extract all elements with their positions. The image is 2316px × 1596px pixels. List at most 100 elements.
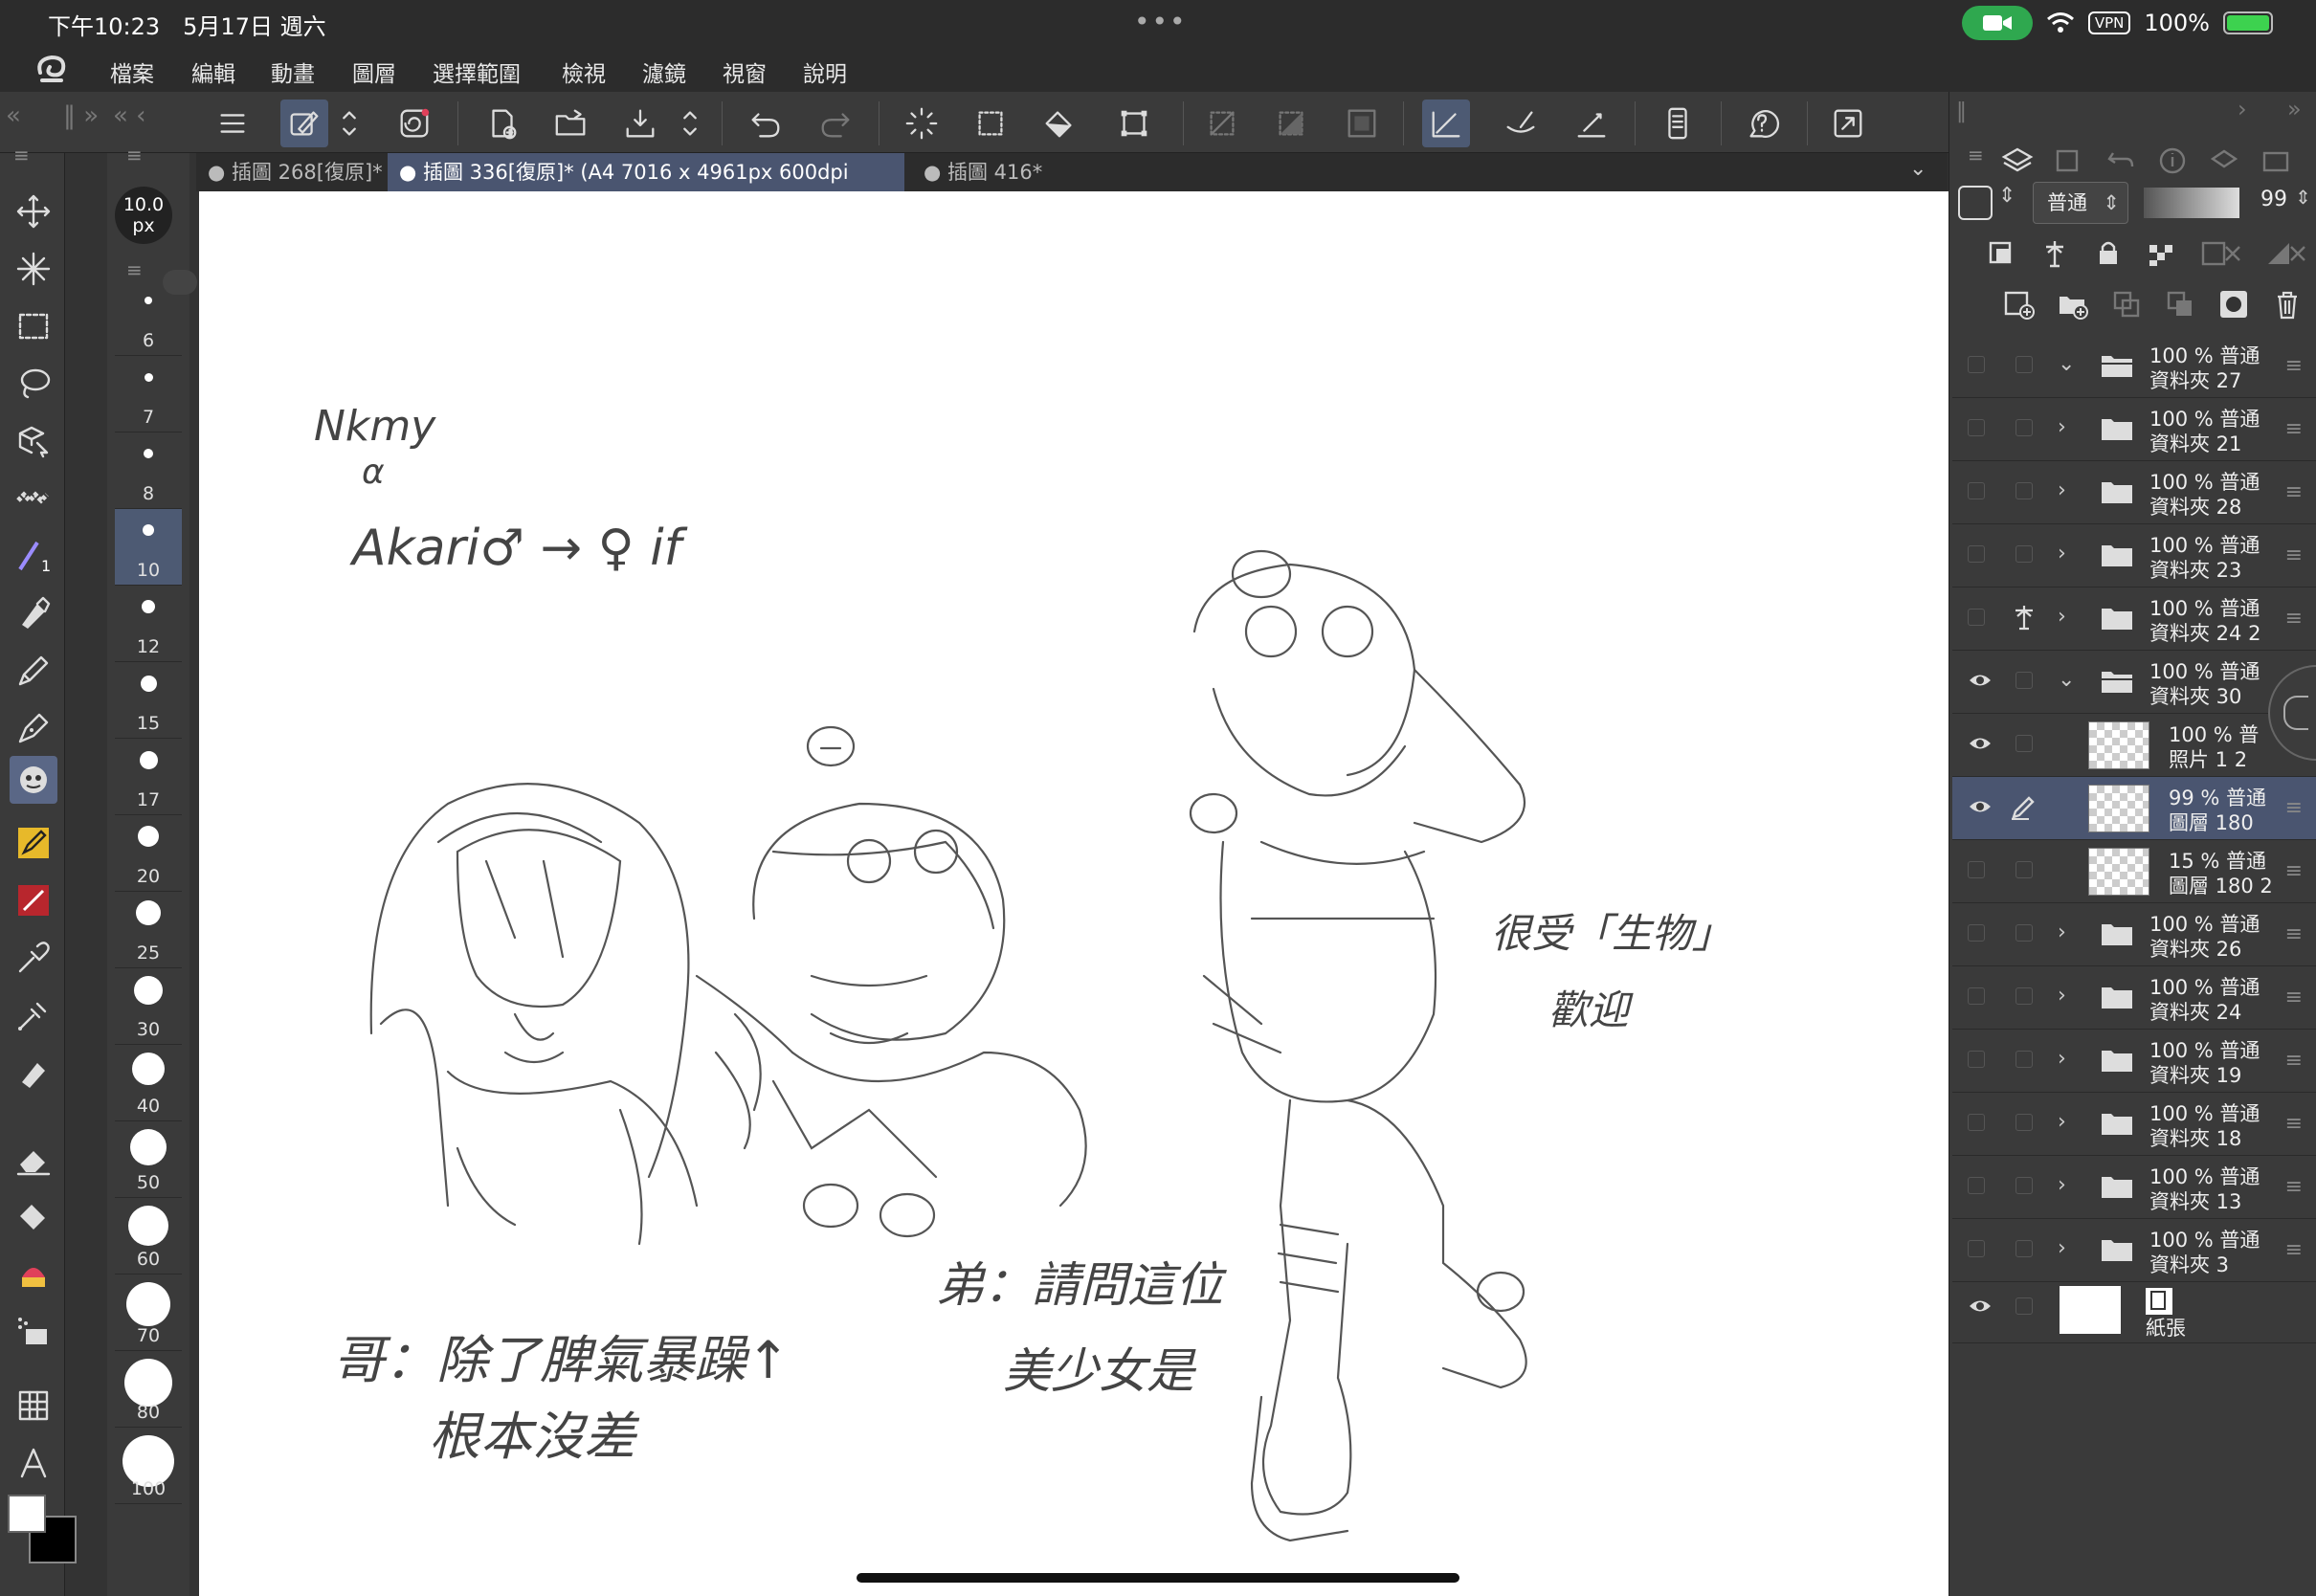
info-tab-icon[interactable]: [2155, 144, 2190, 178]
select-all-icon[interactable]: [967, 100, 1014, 147]
layer-lock-checkbox[interactable]: [2015, 987, 2033, 1005]
menu-layer[interactable]: 圖層: [352, 55, 396, 88]
pencil-tool-icon[interactable]: [10, 647, 57, 695]
transform-icon[interactable]: [1110, 100, 1158, 147]
drawing-canvas[interactable]: Nkmy α Akari♂ → ♀ if 哥：除了脾氣暴躁↑ 根本沒差 弟：請問…: [199, 191, 1949, 1596]
ruler-tool-icon[interactable]: [10, 1382, 57, 1430]
opacity-value[interactable]: 99: [2260, 188, 2287, 211]
brush-size-item[interactable]: 50: [115, 1121, 182, 1198]
move-tool-icon[interactable]: [10, 188, 57, 235]
text-tool-icon[interactable]: [10, 1439, 57, 1487]
material-tab-icon[interactable]: [2207, 144, 2241, 178]
chevron-down-icon[interactable]: ⌄: [2058, 668, 2075, 692]
visibility-eye-icon[interactable]: [1968, 731, 1993, 756]
menu-edit[interactable]: 編輯: [191, 55, 235, 88]
chevron-updown-icon-2[interactable]: [676, 100, 704, 147]
menu-animation[interactable]: 動畫: [271, 55, 315, 88]
chevron-right-icon[interactable]: ›: [2058, 605, 2066, 629]
visibility-eye-icon[interactable]: [1968, 794, 1993, 819]
clip-layer-icon[interactable]: [1985, 237, 2017, 270]
layer-lock-checkbox[interactable]: [2015, 1114, 2033, 1131]
chevron-down-icon[interactable]: ⌄: [2058, 352, 2075, 376]
lock-transparency-icon[interactable]: [2146, 237, 2178, 270]
opacity-chevron-icon[interactable]: ⇕: [2295, 186, 2311, 209]
layer-drag-handle-icon[interactable]: ≡: [2285, 859, 2303, 883]
reference-layer-icon[interactable]: [2010, 603, 2038, 632]
chevron-right-icon[interactable]: ›: [2058, 542, 2066, 565]
spray-tool-icon[interactable]: [10, 1307, 57, 1355]
layer-row[interactable]: 100 % 普照片 1 2≡: [1952, 714, 2316, 777]
clip-studio-logo-icon[interactable]: [33, 52, 71, 86]
merge-down-icon[interactable]: [2163, 287, 2197, 321]
visibility-checkbox[interactable]: [1968, 545, 1985, 563]
history-tab-icon[interactable]: [2104, 144, 2138, 178]
layer-lock-checkbox[interactable]: [2015, 545, 2033, 563]
layer-drag-handle-icon[interactable]: ≡: [2285, 922, 2303, 946]
layer-drag-handle-icon[interactable]: ≡: [2285, 354, 2303, 378]
lasso-tool-icon[interactable]: [10, 360, 57, 408]
layer-tab-icon[interactable]: [2000, 144, 2035, 178]
stabilizer-icon[interactable]: [1422, 100, 1470, 147]
menu-file[interactable]: 檔案: [110, 55, 154, 88]
layer-lock-checkbox[interactable]: [2015, 419, 2033, 436]
layer-folder-row[interactable]: › 100 % 普通 資料夾 18 ≡: [1952, 1093, 2316, 1156]
brush-size-item[interactable]: 70: [115, 1275, 182, 1351]
brush-size-item[interactable]: 60: [115, 1198, 182, 1275]
chevron-right-icon[interactable]: ›: [2058, 1047, 2066, 1071]
layer-drag-handle-icon[interactable]: ≡: [2285, 480, 2303, 504]
brush-size-item[interactable]: 17: [115, 739, 182, 815]
spiral-icon[interactable]: [390, 100, 438, 147]
brush-size-item[interactable]: 8: [115, 432, 182, 509]
visibility-checkbox[interactable]: [1968, 419, 1985, 436]
chevron-right-icon[interactable]: ›: [2058, 1173, 2066, 1197]
layer-folder-row[interactable]: › 100 % 普通 資料夾 24 ≡: [1952, 966, 2316, 1030]
layer-drag-handle-icon[interactable]: ≡: [2285, 1049, 2303, 1073]
layer-drag-handle-icon[interactable]: ≡: [2285, 1238, 2303, 1262]
chevron-updown-icon[interactable]: [335, 100, 364, 147]
brush-size-item[interactable]: 30: [115, 968, 182, 1045]
layer-drag-handle-icon[interactable]: ≡: [2285, 607, 2303, 631]
brush-size-item[interactable]: 80: [115, 1351, 182, 1428]
layer-lock-checkbox[interactable]: [2015, 1297, 2033, 1315]
brush-palette-menu-icon[interactable]: ≡: [126, 144, 143, 166]
delete-layer-icon[interactable]: [2270, 287, 2305, 321]
quick-access-icon[interactable]: [280, 100, 328, 147]
tab-illustration-336[interactable]: ● 插圖 336[復原]* (A4 7016 x 4961px 600dpi 9…: [388, 153, 904, 222]
chevron-right-icon[interactable]: ›: [2058, 984, 2066, 1008]
visibility-checkbox[interactable]: [1968, 924, 1985, 942]
blend-tool-icon[interactable]: [10, 1049, 57, 1097]
layer-lock-checkbox[interactable]: [2015, 672, 2033, 689]
new-raster-layer-icon[interactable]: [2002, 287, 2037, 321]
object-tool-icon[interactable]: [10, 417, 57, 465]
layer-drag-handle-icon[interactable]: ≡: [2285, 1112, 2303, 1136]
collapse-brush-icon[interactable]: « ‹: [113, 101, 146, 130]
panel-toggle-icon[interactable]: ‖ »: [63, 101, 99, 130]
invert-selection-icon[interactable]: [1267, 100, 1315, 147]
chevron-right-icon[interactable]: ›: [2058, 1236, 2066, 1260]
layer-drag-handle-icon[interactable]: ≡: [2285, 417, 2303, 441]
brush-size-item[interactable]: 15: [115, 662, 182, 739]
visibility-checkbox[interactable]: [1968, 1240, 1985, 1257]
layer-folder-row[interactable]: › 100 % 普通 資料夾 13 ≡: [1952, 1156, 2316, 1219]
home-indicator[interactable]: [857, 1573, 1459, 1583]
panel-grip-icon[interactable]: ‖: [1956, 100, 1967, 123]
bucket-tool-icon[interactable]: [10, 1192, 57, 1240]
layer-row[interactable]: 15 % 普通 圖層 180 2 ≡: [1952, 840, 2316, 903]
layer-lock-checkbox[interactable]: [2015, 861, 2033, 878]
menu-view[interactable]: 檢視: [562, 55, 606, 88]
redo-icon[interactable]: [812, 100, 859, 147]
pen-tool-icon[interactable]: 1: [10, 532, 57, 580]
opacity-slider[interactable]: [2144, 188, 2239, 218]
visibility-eye-icon[interactable]: [1968, 1294, 1993, 1319]
marker-tool-icon[interactable]: [10, 589, 57, 637]
brush-size-item[interactable]: 10: [115, 509, 182, 586]
hamburger-menu-icon[interactable]: [209, 100, 256, 147]
layer-color-chevron-icon[interactable]: ⇕: [1998, 184, 2015, 208]
device-icon[interactable]: [1654, 100, 1702, 147]
brush-size-item[interactable]: 20: [115, 815, 182, 892]
undo-icon[interactable]: [742, 100, 790, 147]
layer-mask-icon[interactable]: [2216, 287, 2251, 321]
pencil-yellow-tool-icon[interactable]: [10, 819, 57, 867]
lock-layer-icon[interactable]: [2092, 237, 2125, 270]
visibility-eye-icon[interactable]: [1968, 668, 1993, 693]
